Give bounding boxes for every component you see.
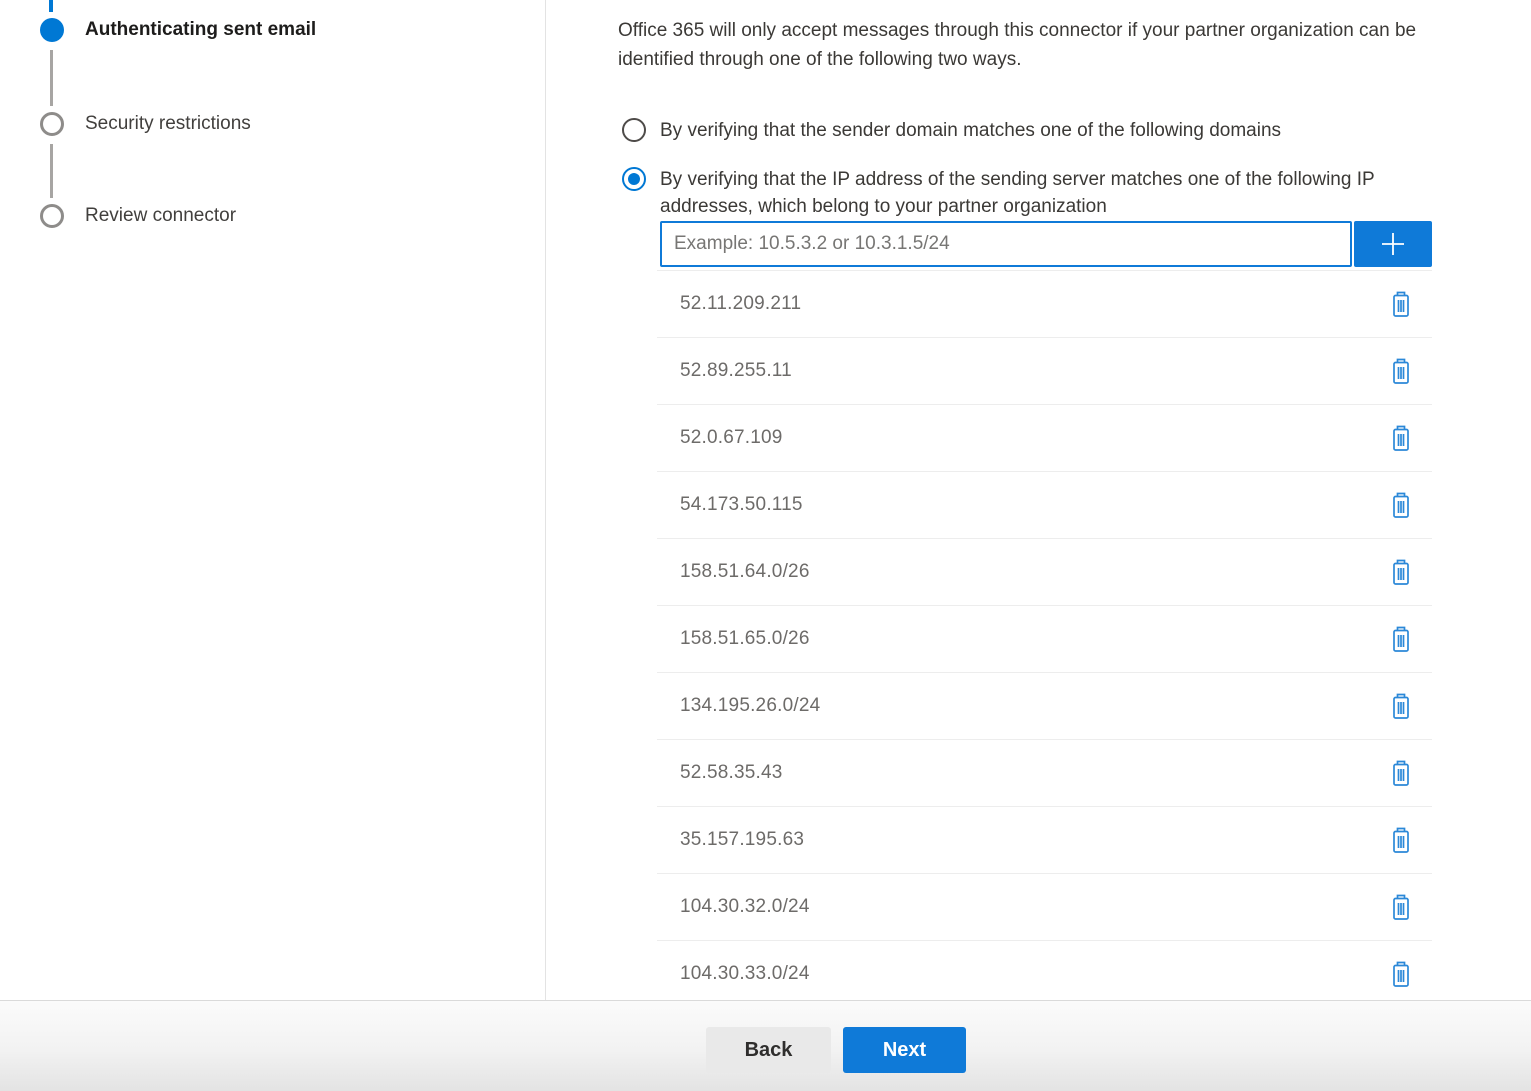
- trash-icon: [1390, 894, 1412, 921]
- next-button[interactable]: Next: [843, 1027, 966, 1073]
- ip-address: 52.58.35.43: [680, 762, 783, 784]
- delete-ip-button[interactable]: [1386, 758, 1416, 789]
- step-indicator-security-restrictions: [40, 112, 64, 136]
- back-button[interactable]: Back: [706, 1027, 831, 1073]
- trash-icon: [1390, 358, 1412, 385]
- delete-ip-button[interactable]: [1386, 825, 1416, 856]
- step-indicator-review-connector: [40, 204, 64, 228]
- ip-row: 52.89.255.11: [657, 338, 1432, 405]
- step-indicator-authenticating-sent-email: [40, 18, 64, 42]
- ip-row: 54.173.50.115: [657, 472, 1432, 539]
- trash-icon: [1390, 827, 1412, 854]
- trash-icon: [1390, 760, 1412, 787]
- trash-icon: [1390, 425, 1412, 452]
- delete-ip-button[interactable]: [1386, 356, 1416, 387]
- footer: Back Next: [0, 1000, 1531, 1091]
- radio-sender-domain[interactable]: [622, 118, 646, 142]
- ip-row: 158.51.64.0/26: [657, 539, 1432, 606]
- step-label-authenticating-sent-email: Authenticating sent email: [85, 18, 316, 42]
- trash-icon: [1390, 693, 1412, 720]
- delete-ip-button[interactable]: [1386, 423, 1416, 454]
- delete-ip-button[interactable]: [1386, 624, 1416, 655]
- ip-address: 52.11.209.211: [680, 293, 801, 315]
- ip-row: 52.58.35.43: [657, 740, 1432, 807]
- ip-row: 52.0.67.109: [657, 405, 1432, 472]
- ip-row: 35.157.195.63: [657, 807, 1432, 874]
- step-label-security-restrictions: Security restrictions: [85, 112, 251, 136]
- sidebar-divider: [545, 0, 546, 1000]
- intro-text: Office 365 will only accept messages thr…: [618, 16, 1416, 74]
- trash-icon: [1390, 291, 1412, 318]
- ip-address: 52.0.67.109: [680, 427, 783, 449]
- step-connector-2: [50, 144, 53, 198]
- plus-icon: [1377, 228, 1409, 260]
- step-connector-top: [49, 0, 53, 12]
- delete-ip-button[interactable]: [1386, 892, 1416, 923]
- ip-address: 54.173.50.115: [680, 494, 803, 516]
- step-connector-1: [50, 50, 53, 106]
- ip-list: 52.11.209.211 52.89.255.11: [657, 270, 1432, 1001]
- delete-ip-button[interactable]: [1386, 959, 1416, 990]
- intro-line-1: Office 365 will only accept messages thr…: [618, 16, 1416, 45]
- radio-ip-address[interactable]: [622, 167, 646, 191]
- ip-row: 104.30.32.0/24: [657, 874, 1432, 941]
- ip-address: 35.157.195.63: [680, 829, 804, 851]
- trash-icon: [1390, 492, 1412, 519]
- intro-line-2: identified through one of the following …: [618, 45, 1416, 74]
- ip-address-input[interactable]: [660, 221, 1352, 267]
- ip-row: 134.195.26.0/24: [657, 673, 1432, 740]
- radio-ip-address-label-line-1: By verifying that the IP address of the …: [660, 166, 1375, 193]
- step-label-review-connector: Review connector: [85, 204, 236, 228]
- radio-selected-dot-icon: [628, 173, 640, 185]
- trash-icon: [1390, 961, 1412, 988]
- radio-ip-address-label-line-2: addresses, which belong to your partner …: [660, 193, 1375, 220]
- ip-address: 158.51.65.0/26: [680, 628, 810, 650]
- ip-address: 104.30.32.0/24: [680, 896, 810, 918]
- ip-address: 52.89.255.11: [680, 360, 792, 382]
- delete-ip-button[interactable]: [1386, 289, 1416, 320]
- radio-sender-domain-label[interactable]: By verifying that the sender domain matc…: [660, 120, 1281, 142]
- delete-ip-button[interactable]: [1386, 557, 1416, 588]
- connector-wizard-screen: Authenticating sent email Security restr…: [0, 0, 1531, 1091]
- ip-row: 52.11.209.211: [657, 271, 1432, 338]
- delete-ip-button[interactable]: [1386, 490, 1416, 521]
- ip-row: 158.51.65.0/26: [657, 606, 1432, 673]
- delete-ip-button[interactable]: [1386, 691, 1416, 722]
- trash-icon: [1390, 559, 1412, 586]
- radio-ip-address-label[interactable]: By verifying that the IP address of the …: [660, 166, 1375, 220]
- add-ip-button[interactable]: [1354, 221, 1432, 267]
- ip-address: 158.51.64.0/26: [680, 561, 810, 583]
- ip-address: 134.195.26.0/24: [680, 695, 820, 717]
- ip-address: 104.30.33.0/24: [680, 963, 810, 985]
- ip-row: 104.30.33.0/24: [657, 941, 1432, 1001]
- trash-icon: [1390, 626, 1412, 653]
